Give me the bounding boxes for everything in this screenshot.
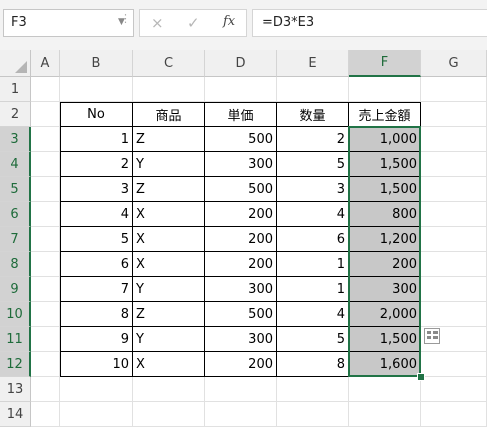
- name-box[interactable]: F3 ▼: [3, 9, 134, 37]
- table-cell-sales[interactable]: 1,500: [349, 327, 421, 352]
- row-header-4[interactable]: 4: [0, 152, 31, 177]
- formula-buttons: × ✓ fx: [139, 9, 247, 37]
- row-header-9[interactable]: 9: [0, 277, 31, 302]
- cancel-icon[interactable]: ×: [151, 14, 164, 32]
- table-cell[interactable]: 2: [60, 152, 133, 177]
- table-header-cell[interactable]: 単価: [205, 102, 277, 127]
- table-cell[interactable]: 8: [60, 302, 133, 327]
- table-cell[interactable]: 1: [277, 277, 349, 302]
- table-cell[interactable]: 1: [277, 252, 349, 277]
- table-cell[interactable]: 4: [60, 202, 133, 227]
- row-header-8[interactable]: 8: [0, 252, 31, 277]
- table-cell[interactable]: 2: [277, 127, 349, 152]
- column-header-a[interactable]: A: [31, 50, 60, 77]
- quick-analysis-icon[interactable]: [424, 328, 440, 344]
- table-cell[interactable]: 5: [277, 327, 349, 352]
- table-cell[interactable]: 300: [205, 152, 277, 177]
- column-header-c[interactable]: C: [133, 50, 205, 77]
- row-header-1[interactable]: 1: [0, 77, 31, 102]
- table-cell[interactable]: 10: [60, 352, 133, 377]
- formula-text: =D3*E3: [262, 15, 315, 30]
- row-header-7[interactable]: 7: [0, 227, 31, 252]
- table-header-cell[interactable]: 数量: [277, 102, 349, 127]
- gridline-horizontal: [31, 401, 487, 402]
- table-cell[interactable]: 500: [205, 177, 277, 202]
- row-header-14[interactable]: 14: [0, 402, 31, 427]
- table-cell[interactable]: 9: [60, 327, 133, 352]
- table-cell[interactable]: 6: [60, 252, 133, 277]
- table-header-cell[interactable]: 売上金額: [349, 102, 421, 127]
- column-header-f[interactable]: F: [349, 50, 421, 77]
- column-header-b[interactable]: B: [60, 50, 133, 77]
- name-box-value: F3: [11, 15, 27, 30]
- table-cell[interactable]: 4: [277, 202, 349, 227]
- formula-bar: F3 ▼ ⋮ × ✓ fx =D3*E3: [0, 0, 487, 50]
- table-header-cell[interactable]: 商品: [133, 102, 205, 127]
- row-header-11[interactable]: 11: [0, 327, 31, 352]
- table-cell[interactable]: Y: [133, 277, 205, 302]
- table-cell-sales[interactable]: 800: [349, 202, 421, 227]
- table-cell-sales[interactable]: 1,600: [349, 352, 421, 377]
- select-all-icon: [15, 61, 27, 73]
- table-cell[interactable]: 4: [277, 302, 349, 327]
- table-cell[interactable]: 3: [60, 177, 133, 202]
- table-cell[interactable]: 1: [60, 127, 133, 152]
- column-header-g[interactable]: G: [421, 50, 487, 77]
- formula-input[interactable]: =D3*E3: [252, 9, 487, 37]
- table-cell-sales[interactable]: 2,000: [349, 302, 421, 327]
- table-cell[interactable]: Z: [133, 127, 205, 152]
- table-cell[interactable]: 5: [277, 152, 349, 177]
- row-header-10[interactable]: 10: [0, 302, 31, 327]
- table-cell[interactable]: 500: [205, 302, 277, 327]
- table-cell[interactable]: X: [133, 227, 205, 252]
- column-header-d[interactable]: D: [205, 50, 277, 77]
- row-header-12[interactable]: 12: [0, 352, 31, 377]
- table-cell[interactable]: 7: [60, 277, 133, 302]
- table-cell[interactable]: 300: [205, 327, 277, 352]
- table-cell-sales[interactable]: 200: [349, 252, 421, 277]
- table-cell[interactable]: 6: [277, 227, 349, 252]
- table-cell[interactable]: 200: [205, 227, 277, 252]
- row-header-6[interactable]: 6: [0, 202, 31, 227]
- table-cell-sales[interactable]: 300: [349, 277, 421, 302]
- table-cell-sales[interactable]: 1,500: [349, 177, 421, 202]
- column-header-e[interactable]: E: [277, 50, 349, 77]
- enter-icon[interactable]: ✓: [187, 14, 200, 32]
- table-cell[interactable]: 200: [205, 252, 277, 277]
- fill-handle[interactable]: [417, 373, 425, 381]
- table-header-cell[interactable]: No: [60, 102, 133, 127]
- insert-function-icon[interactable]: fx: [223, 14, 235, 29]
- table-cell[interactable]: Z: [133, 177, 205, 202]
- table-cell[interactable]: X: [133, 202, 205, 227]
- row-header-13[interactable]: 13: [0, 377, 31, 402]
- table-cell[interactable]: Y: [133, 152, 205, 177]
- table-cell[interactable]: 5: [60, 227, 133, 252]
- table-cell[interactable]: 8: [277, 352, 349, 377]
- spreadsheet-grid[interactable]: A B C D E F G 1 2 3 4 5 6 7 8 9 10 11 12 13 14 No 商品 単価 数量 売上金額 1 Z…: [0, 50, 487, 427]
- table-cell[interactable]: 3: [277, 177, 349, 202]
- table-cell[interactable]: 200: [205, 202, 277, 227]
- row-header-2[interactable]: 2: [0, 102, 31, 127]
- table-cell-sales[interactable]: 1,500: [349, 152, 421, 177]
- row-header-5[interactable]: 5: [0, 177, 31, 202]
- table-cell[interactable]: Y: [133, 327, 205, 352]
- table-cell[interactable]: 200: [205, 352, 277, 377]
- table-cell-sales[interactable]: 1,000: [349, 127, 421, 152]
- table-cell[interactable]: X: [133, 252, 205, 277]
- table-cell[interactable]: Z: [133, 302, 205, 327]
- table-cell-sales[interactable]: 1,200: [349, 227, 421, 252]
- drag-handle-icon[interactable]: ⋮: [120, 12, 131, 25]
- select-all-button[interactable]: [0, 50, 31, 77]
- table-cell[interactable]: 300: [205, 277, 277, 302]
- table-cell[interactable]: 500: [205, 127, 277, 152]
- table-cell[interactable]: X: [133, 352, 205, 377]
- row-header-3[interactable]: 3: [0, 127, 31, 152]
